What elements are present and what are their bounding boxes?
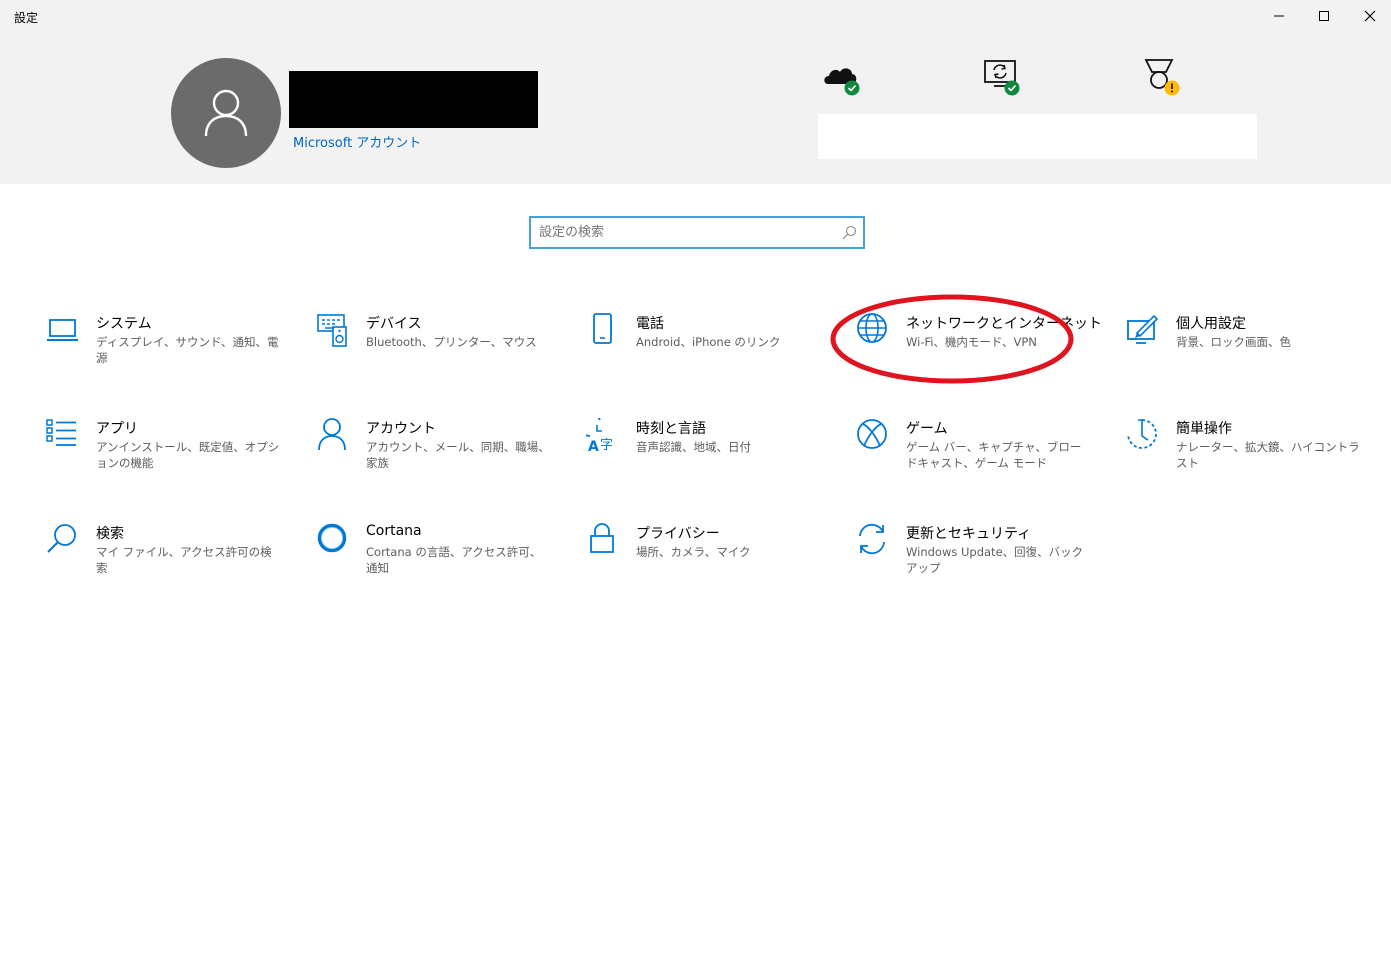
settings-search-box[interactable] [529,216,865,249]
onedrive-cloud-icon [824,68,860,96]
user-silhouette-icon [204,89,248,137]
close-button[interactable] [1347,0,1391,32]
tile-subtitle: マイ ファイル、アクセス許可の検索 [96,545,272,575]
search-input[interactable] [539,218,829,247]
tile-personalization[interactable]: 個人用設定 背景、ロック画面、色 [1126,313,1376,393]
search-button[interactable] [841,225,857,241]
avatar[interactable] [171,58,281,168]
keyboard-speaker-icon [317,314,347,347]
tile-title: 検索 [96,526,124,542]
tile-subtitle: ナレーター、拡大鏡、ハイコントラスト [1176,440,1360,470]
tile-devices[interactable]: デバイス Bluetooth、プリンター、マウス [316,313,566,393]
tile-system[interactable]: システム ディスプレイ、サウンド、通知、電源 [46,313,296,393]
tile-subtitle: Bluetooth、プリンター、マウス [366,335,537,349]
account-header: 設定 Microsoft アカウント [0,0,1391,184]
tile-title: デバイス [366,316,422,332]
search-icon [47,524,76,553]
tile-subtitle: Android、iPhone のリンク [636,335,781,349]
tile-subtitle: ゲーム バー、キャプチャ、ブロードキャスト、ゲーム モード [906,440,1082,470]
tile-title: 更新とセキュリティ [906,526,1032,542]
tile-title: 簡単操作 [1176,421,1232,437]
tile-title: Cortana [366,523,422,539]
person-icon [318,418,346,451]
pc-sync-icon [984,60,1020,96]
tile-subtitle: ディスプレイ、サウンド、通知、電源 [96,335,279,365]
tile-title: システム [96,316,152,332]
tile-time-language[interactable]: A 字 時刻と言語 音声認識、地域、日付 [586,418,836,498]
tile-subtitle: Windows Update、回復、バックアップ [906,545,1084,575]
time-language-icon: A 字 [586,418,613,454]
pc-sync-status[interactable] [982,58,1026,98]
tile-update-security[interactable]: 更新とセキュリティ Windows Update、回復、バックアップ [856,523,1106,603]
tile-subtitle: アカウント、メール、同期、職場、家族 [366,440,550,470]
xbox-icon [857,419,887,449]
tile-search[interactable]: 検索 マイ ファイル、アクセス許可の検索 [46,523,296,603]
svg-text:A: A [588,439,599,454]
check-badge [1004,80,1020,96]
tile-ease-of-access[interactable]: 簡単操作 ナレーター、拡大鏡、ハイコントラスト [1126,418,1376,498]
globe-icon [857,313,887,343]
minimize-icon [1274,15,1284,17]
cortana-icon [317,523,347,553]
tile-phone[interactable]: 電話 Android、iPhone のリンク [586,313,836,393]
tile-title: ゲーム [906,421,948,437]
laptop-icon [47,319,78,341]
rewards-medal-icon [1144,59,1180,96]
update-sync-icon [859,523,885,555]
tile-title: 電話 [636,316,664,332]
tile-subtitle: 場所、カメラ、マイク [636,545,751,559]
personalization-icon [1127,314,1159,344]
account-name-redacted [289,71,538,128]
svg-text:字: 字 [600,438,613,453]
rewards-status[interactable] [1142,58,1186,98]
tile-gaming[interactable]: ゲーム ゲーム バー、キャプチャ、ブロードキャスト、ゲーム モード [856,418,1106,498]
tile-subtitle: 背景、ロック画面、色 [1176,335,1291,349]
close-icon [1364,10,1376,22]
minimize-button[interactable] [1256,0,1302,32]
tile-subtitle: 音声認識、地域、日付 [636,440,751,454]
apps-list-icon [46,419,76,446]
ease-of-access-icon [1127,419,1157,449]
tile-apps[interactable]: アプリ アンインストール、既定値、オプションの機能 [46,418,296,498]
tile-title: プライバシー [636,526,720,542]
phone-icon [593,313,612,344]
tile-title: アプリ [96,421,138,437]
tile-subtitle: Wi-Fi、機内モード、VPN [906,335,1037,349]
tile-title: 時刻と言語 [636,421,706,437]
check-badge [844,80,860,96]
lock-icon [590,523,614,553]
tile-title: アカウント [366,421,436,437]
tile-privacy[interactable]: プライバシー 場所、カメラ、マイク [586,523,836,603]
status-panel [818,114,1257,159]
tile-subtitle: Cortana の言語、アクセス許可、通知 [366,545,542,575]
maximize-button[interactable] [1301,0,1347,32]
tile-title: 個人用設定 [1176,316,1246,332]
maximize-icon [1319,11,1329,21]
tile-network[interactable]: ネットワークとインターネット Wi-Fi、機内モード、VPN [856,313,1106,393]
tile-subtitle: アンインストール、既定値、オプションの機能 [96,440,280,470]
tile-accounts[interactable]: アカウント アカウント、メール、同期、職場、家族 [316,418,566,498]
magnifier-icon [842,225,857,240]
onedrive-status[interactable] [822,58,866,98]
microsoft-account-link[interactable]: Microsoft アカウント [293,132,421,151]
tile-title: ネットワークとインターネット [906,316,1102,332]
window-title: 設定 [14,11,39,25]
tile-cortana[interactable]: Cortana Cortana の言語、アクセス許可、通知 [316,523,566,603]
